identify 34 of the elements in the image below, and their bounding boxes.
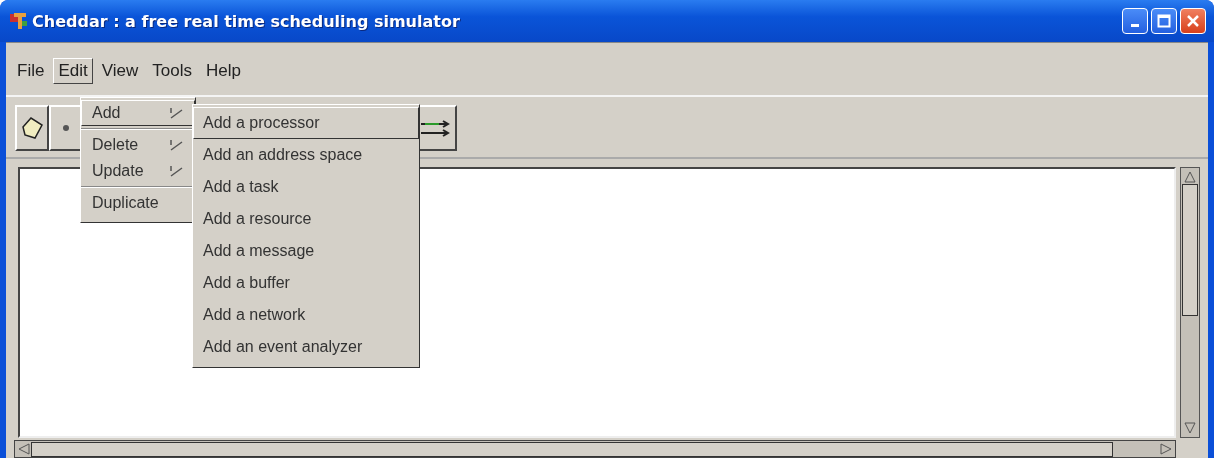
close-icon (1186, 14, 1200, 28)
menu-item[interactable]: Add a processor (193, 107, 419, 139)
menu-item[interactable]: Add a buffer (193, 267, 419, 299)
menu-item[interactable]: Update (81, 158, 195, 184)
close-button[interactable] (1180, 8, 1206, 34)
scroll-left-icon[interactable] (17, 442, 31, 456)
app-icon (10, 12, 28, 30)
menu-item[interactable]: Add (81, 100, 195, 126)
open-file-button[interactable] (15, 105, 49, 151)
vertical-scrollbar[interactable] (1180, 167, 1200, 438)
menu-item[interactable]: Add a resource (193, 203, 419, 235)
scroll-down-icon[interactable] (1183, 421, 1197, 435)
menu-item[interactable]: Delete (81, 132, 195, 158)
horizontal-scrollbar[interactable] (14, 440, 1176, 458)
scroll-up-icon[interactable] (1183, 170, 1197, 184)
menu-item[interactable]: Add a message (193, 235, 419, 267)
dot-icon (63, 125, 69, 131)
maximize-icon (1157, 14, 1171, 28)
menu-item[interactable]: Add a task (193, 171, 419, 203)
scroll-right-icon[interactable] (1159, 442, 1173, 456)
maximize-button[interactable] (1151, 8, 1177, 34)
toolbar-button[interactable] (49, 105, 83, 151)
menu-item[interactable]: Add an event analyzer (193, 331, 419, 363)
menu-item[interactable]: File (12, 58, 50, 84)
menu-item[interactable]: Tools (147, 58, 197, 84)
window-title: Cheddar : a free real time scheduling simulator (32, 11, 460, 31)
menu-item[interactable]: Help (200, 58, 246, 84)
menu-item[interactable]: Duplicate (81, 190, 195, 216)
menu-item[interactable]: Add a network (193, 299, 419, 331)
minimize-button[interactable] (1122, 8, 1148, 34)
menu-item[interactable]: Edit (53, 58, 93, 84)
menu-item[interactable]: View (96, 58, 144, 84)
menu-item[interactable]: Add an address space (193, 139, 419, 171)
minimize-icon (1131, 23, 1139, 27)
